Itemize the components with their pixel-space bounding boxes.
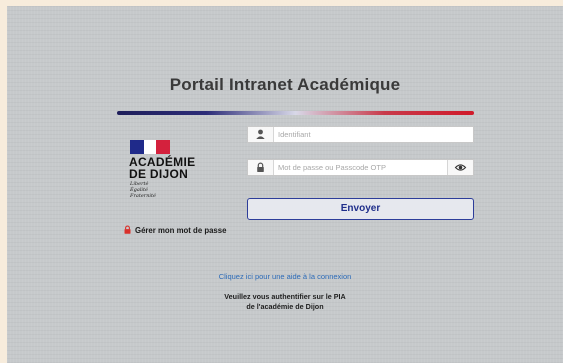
lock-icon [123, 225, 132, 236]
user-icon [248, 127, 274, 142]
lock-icon [248, 160, 274, 175]
help-link[interactable]: Cliquez ici pour une aide à la connexion [7, 272, 563, 281]
password-field-group: Mot de passe ou Passcode OTP [247, 159, 474, 176]
login-panel: Portail Intranet Académique ACADÉMIE DE … [7, 6, 563, 363]
submit-button[interactable]: Envoyer [247, 198, 474, 220]
tricolor-divider [117, 111, 474, 115]
page-title: Portail Intranet Académique [169, 75, 401, 94]
auth-note-line-2: de l'académie de Dijon [246, 302, 324, 311]
logo-line-2: DE DIJON [129, 167, 189, 181]
manage-password-label: Gérer mon mot de passe [135, 226, 227, 235]
eye-icon[interactable] [447, 160, 473, 175]
academie-logo: ACADÉMIE DE DIJON Liberté Égalité Frater… [129, 140, 229, 212]
identifier-input[interactable]: Identifiant [278, 127, 445, 142]
flag-icon [130, 140, 170, 154]
auth-note-line-1: Veuillez vous authentifier sur le PIA [224, 292, 346, 301]
manage-password-link[interactable]: Gérer mon mot de passe [123, 225, 226, 236]
motto-fraternite: Fraternité [130, 193, 156, 199]
password-input[interactable]: Mot de passe ou Passcode OTP [278, 160, 445, 175]
identifier-field-group: Identifiant [247, 126, 474, 143]
